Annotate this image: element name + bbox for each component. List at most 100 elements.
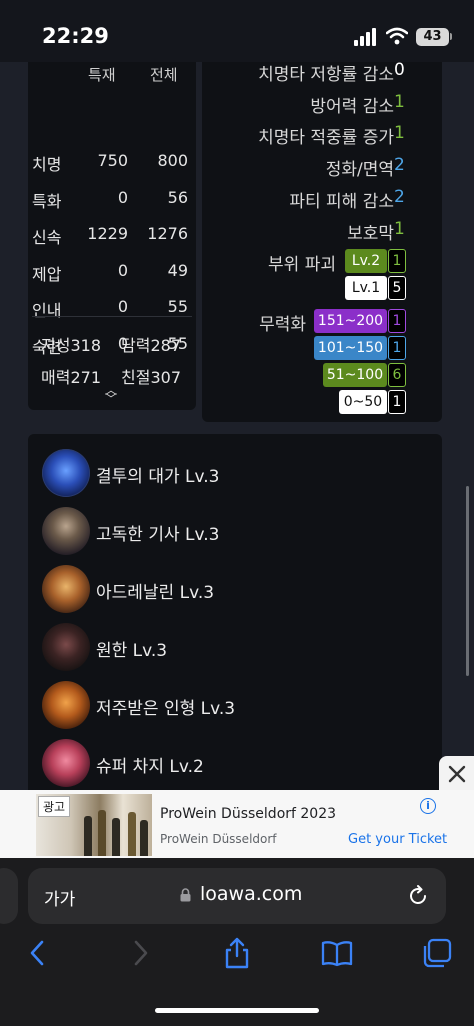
effect-label: 파티 피해 감소 — [289, 192, 394, 212]
page-content[interactable]: 특재 전체 치명 750 800 특화 0 56 신속 1229 1276 제압… — [0, 62, 474, 790]
attr-name: 친절 — [121, 368, 151, 387]
attr-value: 271 — [70, 368, 101, 387]
expand-collapse-icon[interactable]: ︿ ﹀ — [104, 384, 118, 405]
stat-total: 1276 — [147, 224, 188, 243]
attr-value: 307 — [150, 368, 181, 387]
duel-master-icon — [42, 449, 90, 497]
attr-name: 매력 — [41, 368, 71, 387]
engraving-item[interactable]: 결투의 대가 Lv.3 — [42, 449, 422, 497]
stagger-label: 무력화 — [259, 315, 306, 335]
engraving-item[interactable]: 고독한 기사 Lv.3 — [42, 507, 422, 555]
stagger-level-badge: 51~100 — [323, 363, 387, 387]
stagger-level-badge: 0~50 — [339, 390, 387, 414]
cellular-signal-icon — [354, 28, 380, 46]
previous-tab-peek[interactable] — [0, 868, 18, 924]
bookmarks-icon[interactable] — [320, 936, 354, 970]
engraving-item[interactable]: 저주받은 인형 Lv.3 — [42, 681, 422, 729]
effect-value: 1 — [394, 123, 405, 143]
attr-intellect: 지성318 — [41, 332, 101, 356]
home-indicator — [155, 1008, 319, 1013]
attr-kindness: 친절307 — [121, 364, 181, 388]
attr-value: 318 — [70, 336, 101, 355]
ad-label: 광고 — [38, 796, 71, 817]
clock: 22:29 — [42, 24, 109, 48]
stat-total: 49 — [167, 261, 188, 280]
stagger-count: 1 — [388, 309, 406, 333]
attr-charisma: 매력271 — [41, 364, 101, 388]
effect-value: 2 — [394, 187, 405, 207]
stagger-count: 1 — [388, 390, 406, 414]
engraving-item[interactable]: 원한 Lv.3 — [42, 623, 422, 671]
effect-label: 치명타 적중률 증가 — [258, 128, 394, 148]
browser-toolbar: 가가 loawa.com — [0, 858, 474, 1026]
forward-icon[interactable] — [122, 936, 156, 970]
adrenaline-icon — [42, 565, 90, 613]
engraving-item[interactable]: 슈퍼 차지 Lv.2 — [42, 739, 422, 787]
scrollbar[interactable] — [466, 486, 469, 676]
url-host[interactable]: loawa.com — [200, 883, 302, 905]
engraving-name: 고독한 기사 Lv.3 — [96, 525, 220, 545]
stat-value: 1229 — [87, 224, 128, 243]
lone-knight-icon — [42, 507, 90, 555]
lock-icon — [180, 888, 191, 902]
engraving-name: 슈퍼 차지 Lv.2 — [96, 757, 204, 777]
stagger-level-badge: 101~150 — [314, 336, 387, 360]
stats-divider — [32, 316, 192, 317]
stat-row-swiftness: 신속 1229 1276 — [28, 224, 196, 250]
stagger-count: 1 — [388, 336, 406, 360]
back-icon[interactable] — [22, 936, 56, 970]
stagger-count: 6 — [388, 363, 406, 387]
ad-cta-link[interactable]: Get your Ticket — [348, 832, 447, 847]
part-break-level-badge: Lv.1 — [345, 276, 387, 300]
stat-row-specialization: 특화 0 56 — [28, 188, 196, 214]
attr-name: 지성 — [41, 336, 71, 355]
engraving-name: 저주받은 인형 Lv.3 — [96, 699, 236, 719]
ad-info-icon[interactable]: i — [420, 798, 436, 814]
ad-title[interactable]: ProWein Düsseldorf 2023 — [160, 806, 336, 822]
close-icon — [448, 765, 465, 783]
effect-label: 방어력 감소 — [310, 97, 394, 117]
stat-value: 0 — [117, 188, 128, 207]
part-break-count: 5 — [388, 276, 406, 300]
part-break-count: 1 — [388, 249, 406, 273]
effect-label: 치명타 저항률 감소 — [258, 65, 394, 85]
battery-tip — [450, 33, 452, 40]
effect-value: 1 — [394, 92, 405, 112]
share-icon[interactable] — [220, 936, 254, 970]
stat-value: 0 — [117, 261, 128, 280]
stat-row-domination: 제압 0 49 — [28, 261, 196, 287]
stagger-level-badge: 151~200 — [314, 309, 387, 333]
tabs-icon[interactable] — [420, 936, 454, 970]
wifi-icon — [386, 27, 408, 45]
status-bar: 22:29 43 — [0, 0, 474, 62]
ad-subtitle: ProWein Düsseldorf — [160, 832, 277, 846]
stat-name: 신속 — [32, 228, 62, 247]
ad-close-button[interactable] — [439, 756, 474, 792]
effect-label: 보호막 — [347, 224, 394, 244]
engraving-name: 아드레날린 Lv.3 — [96, 583, 215, 603]
part-break-level-badge: Lv.2 — [345, 249, 387, 273]
attr-name: 담력 — [121, 336, 151, 355]
effect-value: 2 — [394, 155, 405, 175]
engraving-item[interactable]: 아드레날린 Lv.3 — [42, 565, 422, 613]
effect-label: 정화/면역 — [325, 160, 394, 180]
ad-banner[interactable]: 광고 ProWein Düsseldorf 2023 ProWein Düsse… — [0, 790, 474, 858]
stat-name: 제압 — [32, 265, 62, 284]
address-bar[interactable]: 가가 loawa.com — [28, 868, 446, 924]
stat-name: 치명 — [32, 155, 62, 174]
stat-value: 750 — [97, 151, 128, 170]
stat-row-crit: 치명 750 800 — [28, 151, 196, 177]
text-size-button[interactable]: 가가 — [44, 885, 75, 910]
engravings-card: 결투의 대가 Lv.3 고독한 기사 Lv.3 아드레날린 Lv.3 원한 Lv… — [28, 434, 442, 790]
stats-header-value: 특재 — [88, 66, 116, 84]
effect-value: 0 — [394, 62, 405, 80]
cursed-doll-icon — [42, 681, 90, 729]
engraving-name: 원한 Lv.3 — [96, 641, 168, 661]
effect-value: 1 — [394, 219, 405, 239]
battle-effects-card: 치명타 저항률 감소 0 방어력 감소 1 치명타 적중률 증가 1 정화/면역… — [202, 62, 442, 422]
part-break-label: 부위 파괴 — [268, 255, 336, 275]
attributes-panel: 지성318 담력287 매력271 친절307 ︿ ﹀ — [28, 292, 196, 412]
stat-total: 56 — [167, 188, 188, 207]
engraving-name: 결투의 대가 Lv.3 — [96, 467, 220, 487]
reload-icon[interactable] — [406, 884, 430, 908]
